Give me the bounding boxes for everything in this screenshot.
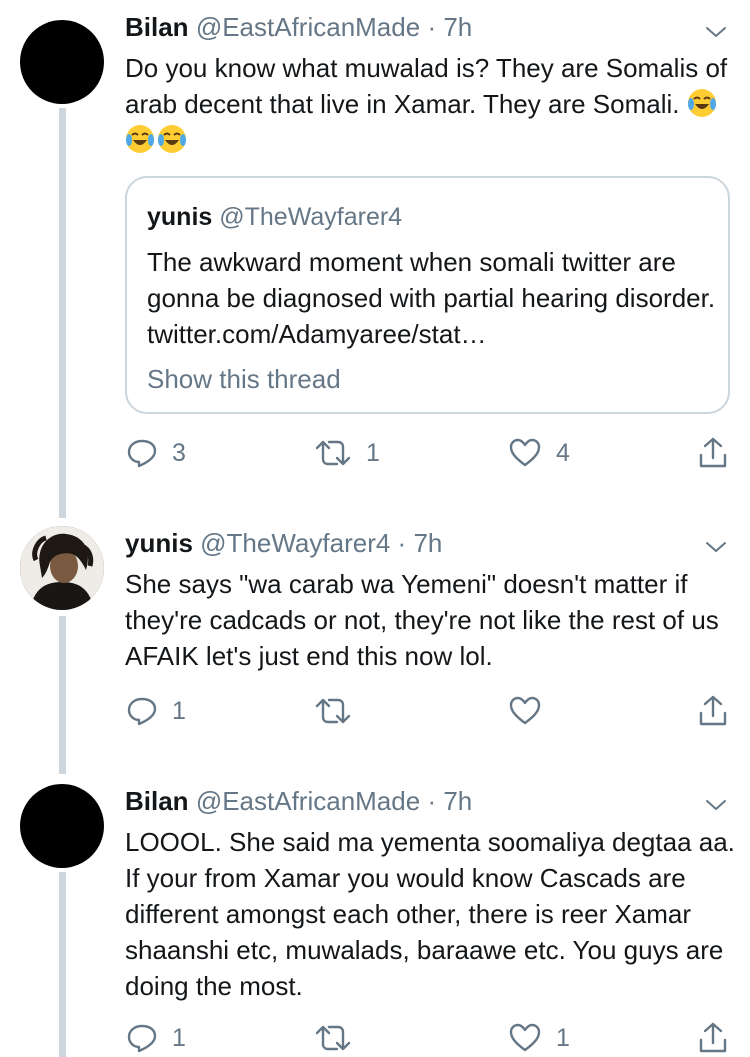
reply-count: 3: [172, 438, 186, 467]
heart-icon: [509, 438, 541, 467]
share-button[interactable]: [698, 435, 728, 471]
tweet-header: Bilan @EastAfricanMade · 7h: [125, 786, 472, 816]
avatar-photo: [20, 526, 104, 610]
heart-icon: [509, 1023, 541, 1052]
tweet-header: yunis @TheWayfarer4 · 7h: [125, 528, 442, 558]
chevron-down-icon[interactable]: [704, 535, 728, 559]
show-thread-link[interactable]: Show this thread: [147, 364, 341, 395]
avatar[interactable]: [20, 784, 104, 868]
tweet-text: LOOOL. She said ma yementa soomaliya deg…: [125, 827, 735, 1001]
like-count: 4: [556, 438, 570, 467]
tweet-body: Do you know what muwalad is? They are So…: [125, 53, 728, 119]
retweet-icon: [315, 440, 351, 466]
reply-icon: [127, 697, 157, 726]
tweet-text: She says "wa carab wa Yemeni" doesn't ma…: [125, 569, 719, 671]
author-handle[interactable]: @TheWayfarer4: [200, 528, 390, 558]
quoted-author-handle: @TheWayfarer4: [219, 203, 403, 231]
chevron-down-icon[interactable]: [704, 20, 728, 44]
joy-emoji-icon: [687, 89, 716, 117]
avatar[interactable]: [20, 526, 104, 610]
timestamp[interactable]: 7h: [443, 786, 472, 816]
retweet-button[interactable]: [314, 1020, 366, 1056]
reply-icon: [127, 439, 157, 468]
share-icon: [699, 1022, 727, 1053]
avatar[interactable]: [20, 20, 104, 104]
separator: ·: [427, 12, 437, 42]
tweet-text: Do you know what muwalad is? They are So…: [125, 50, 735, 158]
share-icon: [699, 695, 727, 726]
reply-count: 1: [172, 696, 186, 725]
author-handle[interactable]: @EastAfricanMade: [196, 786, 420, 816]
like-count: 1: [556, 1023, 570, 1052]
timestamp[interactable]: 7h: [413, 528, 442, 558]
quoted-tweet-text: The awkward moment when somali twitter a…: [147, 247, 716, 349]
like-button[interactable]: 1: [508, 1020, 570, 1056]
reply-button[interactable]: 1: [126, 693, 186, 729]
separator: ·: [397, 528, 407, 558]
retweet-button[interactable]: [314, 693, 366, 729]
quoted-author-name: yunis: [147, 203, 213, 231]
author-name[interactable]: Bilan: [125, 12, 189, 42]
tweet-header: Bilan @EastAfricanMade · 7h: [125, 12, 472, 42]
quoted-tweet-header: yunis @TheWayfarer4: [147, 202, 402, 232]
quoted-tweet[interactable]: yunis @TheWayfarer4 The awkward moment w…: [125, 176, 730, 414]
thread-line: [59, 616, 66, 774]
separator: ·: [427, 786, 437, 816]
author-name[interactable]: yunis: [125, 528, 193, 558]
joy-emoji-icon: [126, 125, 154, 153]
thread-line: [59, 872, 66, 1057]
retweet-button[interactable]: 1: [314, 435, 380, 471]
reply-icon: [127, 1024, 157, 1053]
reply-count: 1: [172, 1023, 186, 1052]
author-name[interactable]: Bilan: [125, 786, 189, 816]
retweet-icon: [315, 698, 351, 724]
timestamp[interactable]: 7h: [443, 12, 472, 42]
share-button[interactable]: [698, 1020, 728, 1056]
heart-icon: [509, 696, 541, 725]
like-button[interactable]: 4: [508, 435, 570, 471]
retweet-icon: [315, 1025, 351, 1051]
reply-button[interactable]: 3: [126, 435, 186, 471]
reply-button[interactable]: 1: [126, 1020, 186, 1056]
share-icon: [699, 437, 727, 468]
joy-emoji-icon: [158, 125, 186, 153]
like-button[interactable]: [508, 693, 556, 729]
chevron-down-icon[interactable]: [704, 793, 728, 817]
share-button[interactable]: [698, 693, 728, 729]
thread-line: [59, 108, 66, 518]
retweet-count: 1: [366, 438, 380, 467]
author-handle[interactable]: @EastAfricanMade: [196, 12, 420, 42]
